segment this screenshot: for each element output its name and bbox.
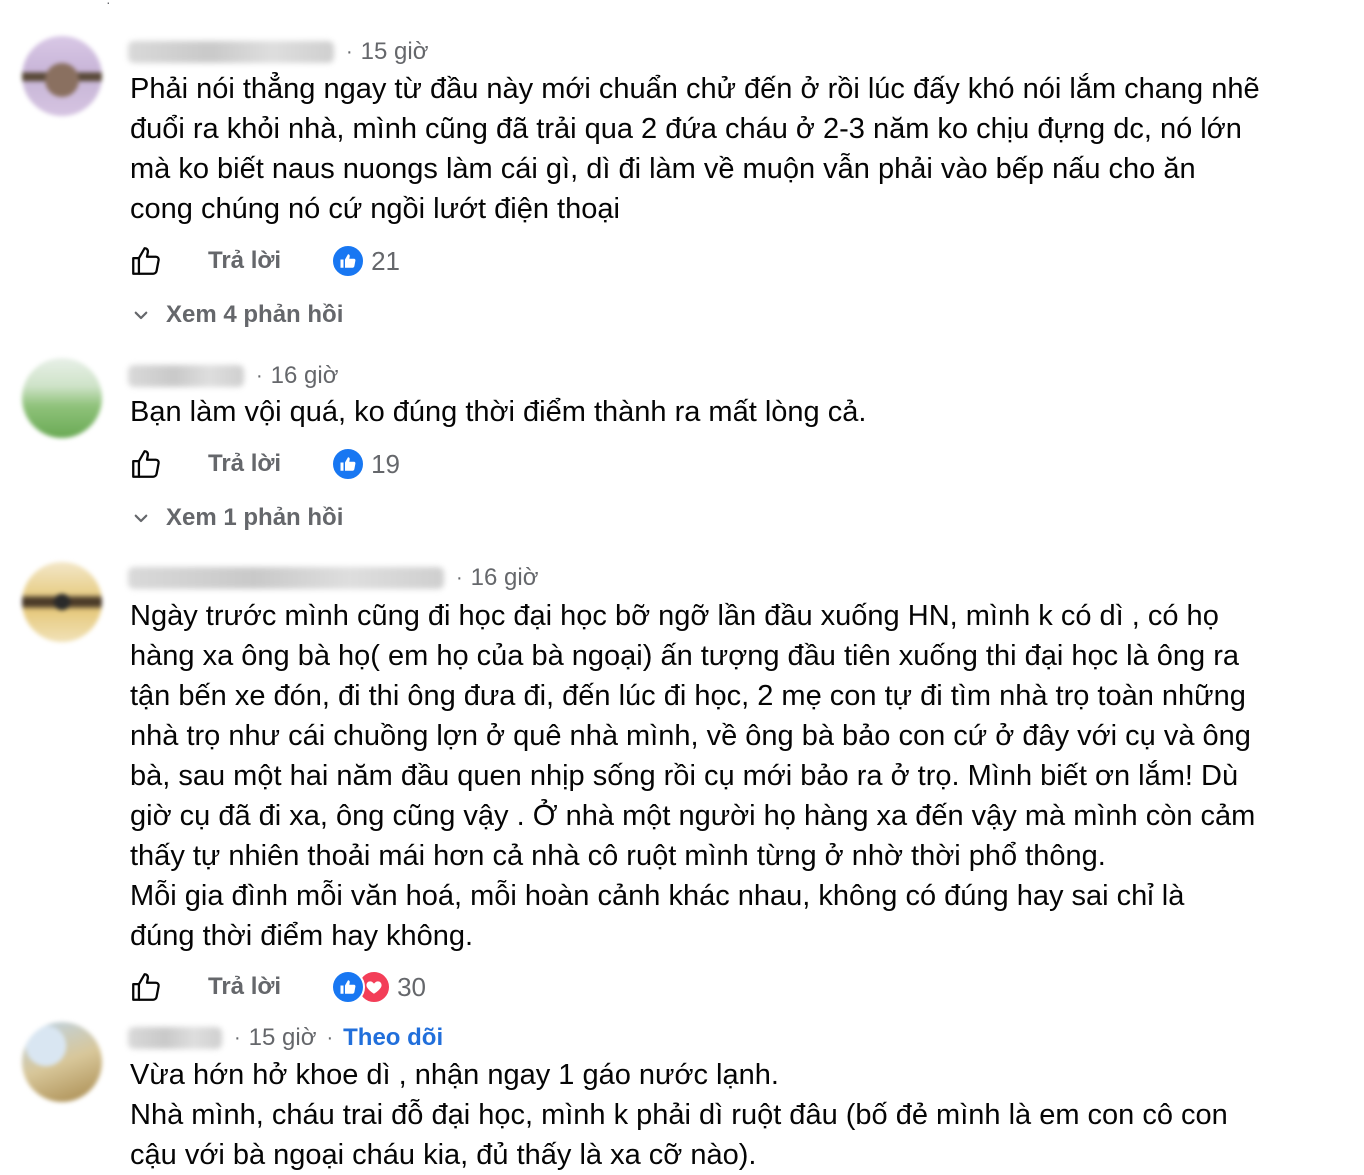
- reply-button[interactable]: Trả lời: [208, 247, 281, 275]
- comment-text: Bạn làm vội quá, ko đúng thời điểm thành…: [130, 392, 1324, 432]
- like-reaction-icon: [331, 970, 366, 1004]
- scroll-fragment: ·: [106, 0, 111, 10]
- author-name-redacted[interactable]: [128, 567, 444, 589]
- view-replies-button[interactable]: Xem 1 phản hồi: [130, 500, 343, 536]
- reply-button[interactable]: Trả lời: [208, 450, 281, 478]
- like-button[interactable]: [128, 243, 164, 279]
- comment-line: mà ko biết naus nuongs làm cái gì, dì đi…: [130, 153, 1196, 185]
- reactions-summary[interactable]: 30: [331, 970, 426, 1004]
- comment-line: cậu với bà ngoại cháu kia, đủ thấy là xa…: [130, 1139, 757, 1171]
- comment-line: bà, sau một hai năm đầu quen nhịp sống r…: [130, 760, 1239, 792]
- thumbs-up-outline-icon: [132, 247, 160, 275]
- comment-line: tận bến xe đón, đi thi ông đưa đi, đến l…: [130, 680, 1246, 712]
- comment-line: Bạn làm vội quá, ko đúng thời điểm thành…: [130, 396, 867, 428]
- reaction-count: 21: [371, 245, 401, 276]
- comment-line: nhà trọ như cái chuồng lợn ở quê nhà mìn…: [130, 720, 1251, 752]
- reactions-summary[interactable]: 19: [331, 447, 400, 481]
- comment-actions: Trả lời 19: [128, 444, 400, 484]
- author-name-redacted[interactable]: [128, 1027, 222, 1049]
- comment-line: đúng thời điểm hay không.: [130, 920, 474, 952]
- thumbs-up-outline-icon: [132, 973, 160, 1001]
- comment-time[interactable]: 15 giờ: [249, 1024, 317, 1052]
- comment-meta: · 16 giờ: [128, 360, 338, 392]
- separator-dot: ·: [346, 40, 353, 63]
- view-replies-label: Xem 4 phản hồi: [166, 301, 344, 328]
- comment-text: Phải nói thẳng ngay từ đầu này mới chuẩn…: [130, 69, 1324, 229]
- comment-text: Ngày trước mình cũng đi học đại học bỡ n…: [130, 596, 1324, 956]
- chevron-down-icon: [130, 507, 152, 529]
- avatar[interactable]: [22, 358, 102, 438]
- comment-line: giờ cụ đã đi xa, ông cũng vậy . Ở nhà mộ…: [130, 800, 1256, 832]
- comment-meta: · 15 giờ: [128, 36, 428, 68]
- comment-line: Phải nói thẳng ngay từ đầu này mới chuẩn…: [130, 73, 1260, 105]
- comment-time[interactable]: 15 giờ: [361, 38, 429, 66]
- avatar[interactable]: [22, 562, 102, 642]
- comment-actions: Trả lời 21: [128, 241, 400, 281]
- separator-dot: ·: [326, 1026, 334, 1049]
- avatar[interactable]: [22, 1022, 102, 1102]
- comment-meta: · 16 giờ: [128, 562, 538, 594]
- reaction-count: 19: [371, 448, 401, 479]
- view-replies-label: Xem 1 phản hồi: [166, 504, 344, 531]
- avatar[interactable]: [22, 36, 102, 116]
- reply-button[interactable]: Trả lời: [208, 973, 281, 1001]
- comment-line: Ngày trước mình cũng đi học đại học bỡ n…: [130, 600, 1219, 632]
- like-reaction-icon: [331, 447, 366, 481]
- comment-line: cong chúng nó cứ ngồi lướt điện thoại: [130, 193, 620, 225]
- author-name-redacted[interactable]: [128, 365, 244, 387]
- like-button[interactable]: [128, 969, 164, 1005]
- comment-text: Vừa hớn hở khoe dì , nhận ngay 1 gáo nướ…: [130, 1055, 1324, 1175]
- comment-time[interactable]: 16 giờ: [271, 362, 339, 390]
- thumbs-up-outline-icon: [132, 450, 160, 478]
- separator-dot: ·: [456, 566, 463, 589]
- comment-line: Mỗi gia đình mỗi văn hoá, mỗi hoàn cảnh …: [130, 880, 1185, 912]
- comment-line: Vừa hớn hở khoe dì , nhận ngay 1 gáo nướ…: [130, 1059, 779, 1091]
- like-button[interactable]: [128, 446, 164, 482]
- separator-dot: ·: [234, 1026, 241, 1049]
- comment-line: thấy tự nhiên thoải mái hơn cả nhà cô ru…: [130, 840, 1106, 872]
- like-reaction-icon: [331, 244, 366, 278]
- comment-meta: · 15 giờ · Theo dõi: [128, 1022, 443, 1054]
- reactions-summary[interactable]: 21: [331, 244, 400, 278]
- follow-button[interactable]: Theo dõi: [343, 1024, 443, 1052]
- reaction-count: 30: [397, 971, 427, 1002]
- comment-actions: Trả lời 30: [128, 967, 426, 1007]
- author-name-redacted[interactable]: [128, 41, 334, 63]
- comment-line: đuổi ra khỏi nhà, mình cũng đã trải qua …: [130, 113, 1242, 145]
- view-replies-button[interactable]: Xem 4 phản hồi: [130, 297, 343, 333]
- comment-line: hàng xa ông bà họ( em họ của bà ngoại) ấ…: [130, 640, 1239, 672]
- comment-time[interactable]: 16 giờ: [471, 564, 539, 592]
- chevron-down-icon: [130, 304, 152, 326]
- comment-line: Nhà mình, cháu trai đỗ đại học, mình k p…: [130, 1099, 1228, 1131]
- separator-dot: ·: [256, 364, 263, 387]
